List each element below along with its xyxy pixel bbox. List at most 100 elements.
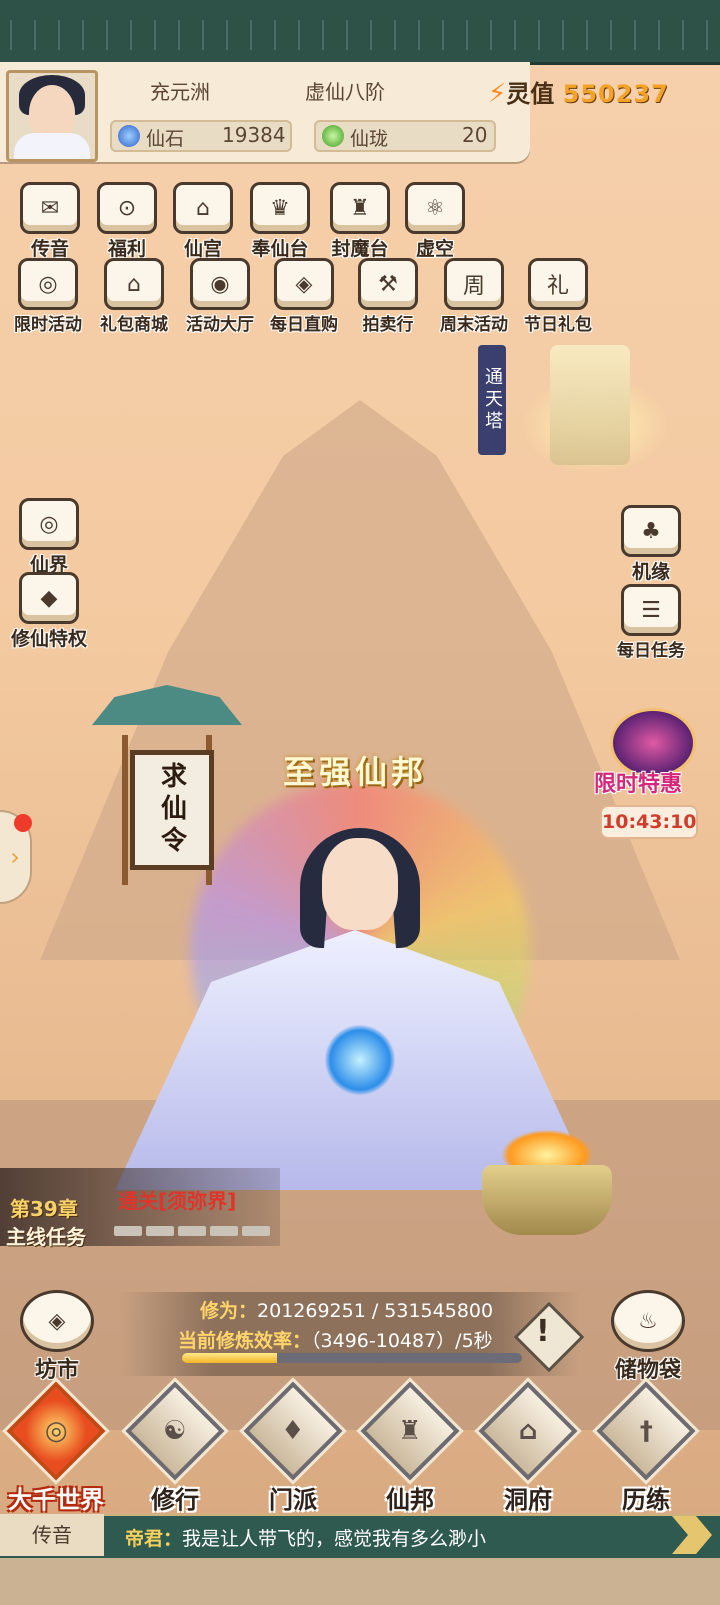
nav-glyph: ☯	[163, 1416, 187, 1446]
market-icon: ◈	[20, 1290, 94, 1352]
button-weekend-event[interactable]: 周周末活动	[432, 258, 516, 335]
sect-shield-icon: ♦	[243, 1381, 343, 1481]
tongtian-tower[interactable]	[520, 315, 670, 485]
sword-icon: †	[596, 1381, 696, 1481]
nav-glyph: ⌂	[518, 1416, 538, 1446]
cultivation-xp-value: 201269251 / 531545800	[257, 1300, 494, 1322]
icon-label: 机缘	[631, 561, 670, 583]
nav-label: 门派	[269, 1486, 317, 1514]
quest-chapter: 第39章	[10, 1197, 78, 1221]
button-fuli[interactable]: ⊙ 福利	[92, 182, 162, 261]
icon-label: 传音	[30, 238, 69, 260]
yin-yang-icon: ☯	[125, 1381, 225, 1481]
cave-mansion-icon: ⌂	[478, 1381, 578, 1481]
cultivation-rate: 当前修炼效率：（3496-10487）/5秒	[178, 1326, 493, 1353]
notification-dot	[14, 814, 32, 832]
icon-label: 储物袋	[614, 1358, 681, 1383]
cultivation-progress-bar	[182, 1353, 522, 1363]
nav-label: 修行	[151, 1486, 199, 1514]
button-event-hall[interactable]: ◉ 活动大厅	[178, 258, 262, 335]
lingzhi-display: ⚡灵值 550237	[488, 74, 669, 109]
nav-daqian-world[interactable]: ◎ 大千世界	[6, 1381, 106, 1515]
button-daily-task[interactable]: ☰ 每日任务	[608, 584, 694, 661]
nav-dongfu[interactable]: ⌂ 洞府	[478, 1381, 578, 1515]
button-chuanyin[interactable]: ✉ 传音	[15, 182, 85, 261]
button-immortal-realm[interactable]: ◎ 仙界	[14, 498, 84, 577]
qiuxian-gate[interactable]: 求仙令	[92, 665, 242, 900]
icon-label: 修仙特权	[10, 628, 87, 650]
quest-progress-segment	[114, 1226, 142, 1236]
gate-board-text: 求仙令	[130, 750, 214, 870]
currency-value: 20	[462, 123, 488, 147]
storage-bag-icon: ♨	[611, 1290, 685, 1352]
button-storage-bag[interactable]: ♨ 储物袋	[598, 1290, 698, 1384]
scroll-icon: ☰	[621, 584, 681, 636]
altar-icon: ♛	[250, 182, 310, 234]
quest-progress-segment	[178, 1226, 206, 1236]
nav-glyph: ◎	[44, 1416, 68, 1446]
nav-lilian[interactable]: † 历练	[596, 1381, 696, 1515]
turtle-icon: ◆	[19, 572, 79, 624]
icon-label: 周末活动	[440, 315, 508, 335]
nav-xiuxing[interactable]: ☯ 修行	[125, 1381, 225, 1515]
region-name: 充元洲	[150, 80, 210, 104]
world-vortex-icon: ◎	[6, 1381, 106, 1481]
immortal-realm-icon: ◎	[19, 498, 79, 550]
nav-glyph: ♦	[281, 1416, 305, 1446]
button-xukong[interactable]: ⚛ 虚空	[400, 182, 470, 261]
player-avatar[interactable]	[6, 70, 98, 162]
chat-channel-tab[interactable]: 传音	[0, 1514, 104, 1556]
nav-label: 历练	[622, 1486, 670, 1514]
timed-event-icon: ◎	[18, 258, 78, 310]
seal-icon: ♜	[330, 182, 390, 234]
button-fortune[interactable]: ♣ 机缘	[616, 505, 686, 584]
button-daily-purchase[interactable]: ◈ 每日直购	[262, 258, 346, 335]
icon-label: 礼包商城	[100, 315, 168, 335]
button-market[interactable]: ◈ 坊市	[12, 1290, 102, 1384]
nav-glyph: †	[639, 1416, 653, 1446]
icon-label: 封魔台	[331, 238, 389, 260]
realm-level: 虚仙八阶	[305, 80, 385, 104]
alchemy-cauldron[interactable]	[462, 1130, 634, 1250]
button-timed-event[interactable]: ◎ 限时活动	[6, 258, 90, 335]
currency-xianlong[interactable]: 仙珑 20	[314, 120, 496, 152]
nav-label: 仙邦	[386, 1486, 434, 1514]
icon-label: 限时活动	[14, 315, 82, 335]
atom-icon: ⚛	[405, 182, 465, 234]
chat-sender: 帝君：	[125, 1528, 183, 1550]
currency-xianshi[interactable]: 仙石 19384	[110, 120, 292, 152]
button-cultivation-privilege[interactable]: ◆ 修仙特权	[6, 572, 92, 651]
quest-name: 通关[须弥界]	[118, 1189, 237, 1213]
quest-type: 主线任务	[6, 1225, 86, 1249]
cauldron-pot-icon	[482, 1165, 612, 1235]
currency-name: 仙石	[146, 128, 185, 150]
auction-hammer-icon: ⚒	[358, 258, 418, 310]
button-fengmotai[interactable]: ♜ 封魔台	[320, 182, 400, 261]
button-fengxiantai[interactable]: ♛ 奉仙台	[240, 182, 320, 261]
exclamation-icon: !	[536, 1314, 550, 1349]
fortune-gourd-icon: ♣	[621, 505, 681, 557]
cultivation-rate-value: （3496-10487）/5秒	[311, 1330, 493, 1352]
tower-body-icon	[550, 345, 630, 465]
currency-name: 仙珑	[350, 128, 389, 150]
icon-label: 坊市	[34, 1358, 79, 1383]
top-bar-pattern	[0, 20, 720, 50]
character-head	[322, 838, 398, 930]
button-xiangong[interactable]: ⌂ 仙宫	[168, 182, 238, 261]
currency-value: 19384	[222, 123, 286, 147]
nav-menpai[interactable]: ♦ 门派	[243, 1381, 343, 1515]
blue-gem-icon	[118, 125, 140, 147]
lingzhi-label: 灵值	[506, 80, 555, 108]
tower-banner[interactable]: 通天塔	[478, 345, 506, 455]
event-hall-icon: ◉	[190, 258, 250, 310]
cultivation-xp-label: 修为：	[200, 1300, 258, 1322]
limited-offer-label[interactable]: 限时特惠	[594, 766, 682, 798]
icon-label: 活动大厅	[186, 315, 254, 335]
spirit-orb	[325, 1025, 395, 1095]
nav-xianbang[interactable]: ♜ 仙邦	[360, 1381, 460, 1515]
quest-progress-segment	[242, 1226, 270, 1236]
button-gift-shop[interactable]: ⌂ 礼包商城	[92, 258, 176, 335]
weekend-calendar-icon: 周	[444, 258, 504, 310]
button-auction[interactable]: ⚒ 拍卖行	[346, 258, 430, 335]
gift-shop-icon: ⌂	[104, 258, 164, 310]
